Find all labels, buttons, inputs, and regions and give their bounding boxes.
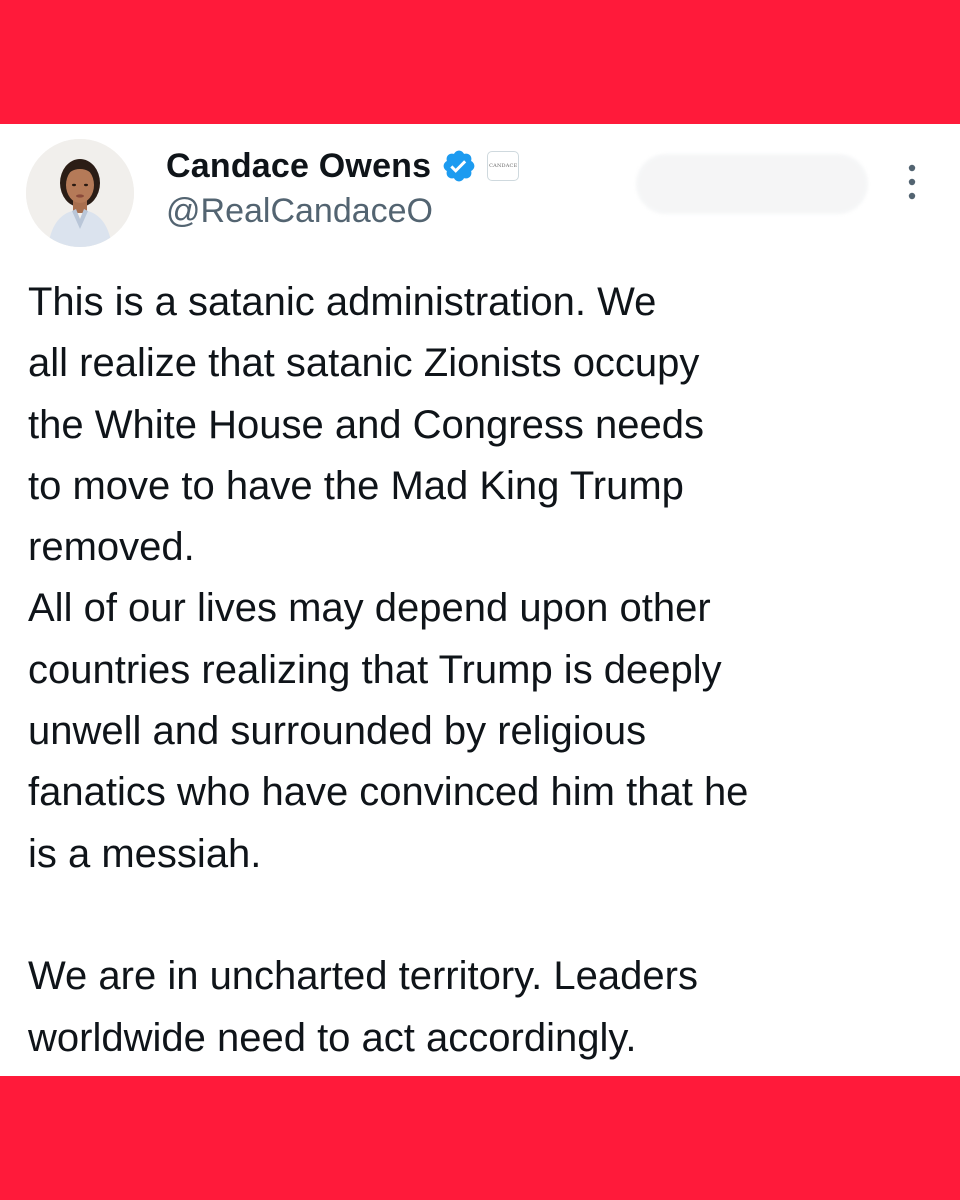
tweet-paragraph-gap: [28, 885, 948, 946]
tweet-body: This is a satanic administration. We all…: [28, 272, 948, 1069]
author-handle[interactable]: @RealCandaceO: [166, 192, 433, 231]
display-name[interactable]: Candace Owens: [166, 147, 431, 186]
tweet-text-line: to move to have the Mad King Trump: [28, 463, 684, 508]
affiliate-badge[interactable]: CANDACE: [487, 151, 520, 181]
tweet-text-line: All of our lives may depend upon other: [28, 586, 711, 631]
tweet-text-line: This is a satanic administration. We: [28, 280, 657, 324]
tweet-text-line: fanatics who have convinced him that he: [28, 770, 749, 815]
bottom-red-band: [0, 1076, 960, 1200]
tweet-text-line: all realize that satanic Zionists occupy: [28, 341, 700, 386]
tweet-text-line: unwell and surrounded by religious: [28, 709, 647, 754]
tweet-card: Candace Owens CANDACE @RealCandaceO This…: [0, 124, 960, 1076]
tweet-text-line: removed.: [28, 525, 195, 570]
tweet-text-line: the White House and Congress needs: [28, 402, 704, 447]
tweet-text-line: worldwide need to act accordingly.: [28, 1015, 637, 1060]
profile-avatar[interactable]: [26, 139, 134, 247]
tweet-text-line: is a messiah.: [28, 831, 262, 876]
author-name-row: Candace Owens CANDACE: [166, 144, 520, 188]
more-options-icon[interactable]: [898, 160, 926, 204]
top-red-band: [0, 0, 960, 124]
verified-badge-icon: [441, 148, 477, 184]
tweet-text-line: We are in uncharted territory. Leaders: [28, 954, 698, 999]
tweet-text-line: countries realizing that Trump is deeply: [28, 647, 722, 692]
avatar-portrait-icon: [26, 139, 134, 247]
subscribe-button[interactable]: [636, 154, 868, 214]
